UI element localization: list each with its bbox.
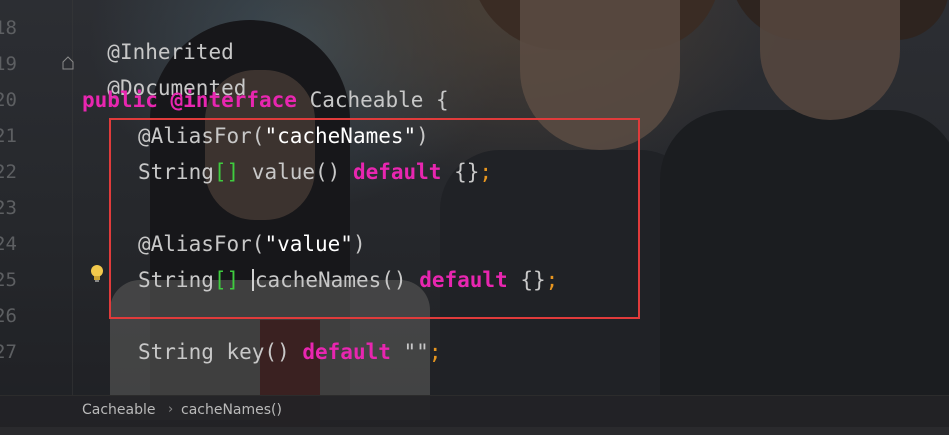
line-number: 18 — [0, 17, 17, 39]
highlight-box — [109, 118, 640, 319]
breadcrumb: Cacheable › cacheNames() — [0, 395, 949, 428]
line-number: 24 — [0, 233, 17, 255]
breadcrumb-separator: › — [168, 402, 174, 417]
method-key: String key() — [138, 340, 303, 364]
string-literal: "" — [390, 340, 429, 364]
line-number: 23 — [0, 197, 17, 219]
code-line[interactable]: String key() default ""; — [138, 340, 441, 364]
interface-name: Cacheable { — [296, 88, 449, 112]
line-number: 26 — [0, 305, 17, 327]
breadcrumb-item-cacheable[interactable]: Cacheable — [82, 402, 156, 418]
line-number: 27 — [0, 341, 17, 363]
semicolon: ; — [428, 340, 442, 364]
fold-icon[interactable] — [62, 56, 74, 70]
lightbulb-icon[interactable] — [90, 264, 104, 284]
breadcrumb-item-cachenames[interactable]: cacheNames() — [181, 402, 282, 418]
line-number: 19 — [0, 53, 17, 75]
keyword-interface: @interface — [170, 88, 297, 112]
line-number: 22 — [0, 161, 17, 183]
line-number: 20 — [0, 89, 17, 111]
line-number: 21 — [0, 125, 17, 147]
keyword-public: public — [82, 88, 158, 112]
line-number: 25 — [0, 269, 17, 291]
keyword-default: default — [302, 340, 391, 364]
code-line[interactable]: public @interface Cacheable { — [82, 88, 449, 112]
status-bar — [0, 427, 949, 435]
